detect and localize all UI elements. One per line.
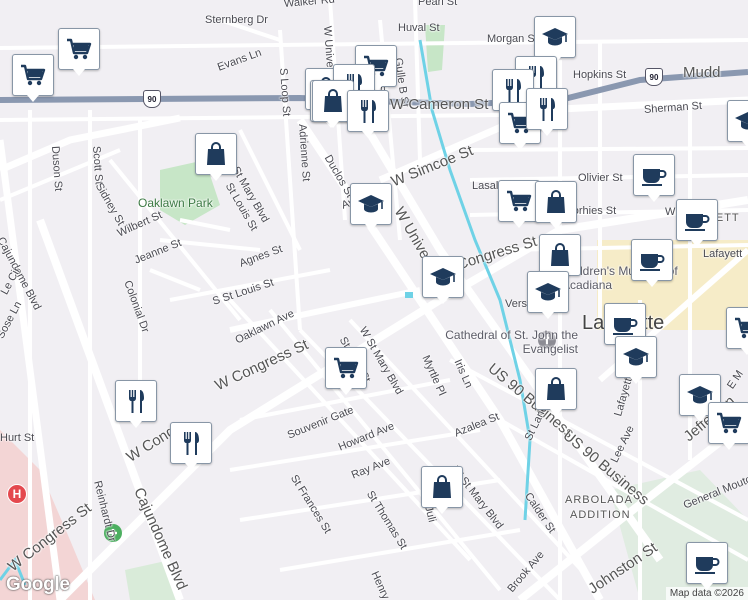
poi-marker-shopping-bag[interactable]: [195, 133, 237, 181]
poi-marker-shopping-cart[interactable]: [708, 402, 748, 450]
shopping-cart-icon: [331, 353, 361, 383]
graduation-cap-icon: [428, 262, 458, 292]
poi-marker-graduation-cap[interactable]: [350, 183, 392, 231]
coffee-cup-icon: [637, 245, 667, 275]
map-attribution[interactable]: Map data ©2026: [665, 587, 748, 600]
poi-marker-restaurant[interactable]: [115, 380, 157, 428]
poi-marker-graduation-cap[interactable]: [422, 256, 464, 304]
shopping-cart-icon: [504, 186, 534, 216]
coffee-cup-icon: [692, 548, 722, 578]
poi-marker-graduation-cap[interactable]: [727, 100, 748, 148]
poi-marker-shopping-bag[interactable]: [535, 181, 577, 229]
coffee-cup-icon: [639, 160, 669, 190]
graduation-cap-icon: [356, 189, 386, 219]
poi-marker-coffee-cup[interactable]: [633, 154, 675, 202]
restaurant-icon: [498, 75, 528, 105]
restaurant-icon: [353, 96, 383, 126]
church-icon[interactable]: ✝: [538, 331, 556, 349]
shopping-bag-icon: [318, 86, 348, 116]
shopping-cart-icon: [714, 408, 744, 438]
poi-marker-graduation-cap[interactable]: [615, 336, 657, 384]
poi-marker-shopping-cart[interactable]: [12, 54, 54, 102]
poi-marker-shopping-cart[interactable]: [58, 28, 100, 76]
poi-marker-shopping-cart[interactable]: [726, 307, 748, 355]
graduation-cap-icon: [621, 342, 651, 372]
restaurant-icon: [121, 386, 151, 416]
us-90-shield-west: 90: [143, 90, 161, 108]
coffee-cup-icon: [610, 309, 640, 339]
hospital-icon[interactable]: H: [7, 484, 27, 504]
restaurant-icon: [532, 94, 562, 124]
pond: [405, 292, 413, 298]
poi-marker-graduation-cap[interactable]: [534, 16, 576, 64]
graduation-cap-icon: [533, 277, 563, 307]
google-logo: Google: [6, 574, 70, 595]
poi-marker-restaurant[interactable]: [170, 422, 212, 470]
poi-marker-shopping-cart[interactable]: [498, 180, 540, 228]
us-90-highway: [0, 94, 471, 107]
restaurant-icon: [176, 428, 206, 458]
poi-marker-shopping-cart[interactable]: [325, 347, 367, 395]
graduation-cap-icon: [733, 106, 748, 136]
poi-marker-shopping-bag[interactable]: [539, 234, 581, 282]
park-strip-area: [425, 25, 445, 72]
graduation-cap-icon: [540, 22, 570, 52]
shopping-bag-icon: [541, 187, 571, 217]
poi-marker-coffee-cup[interactable]: [676, 199, 718, 247]
map-canvas[interactable]: 90 90 H ✝ ✚ Walker Rd Sternberg Dr Pearl…: [0, 0, 748, 600]
coffee-cup-icon: [682, 205, 712, 235]
shopping-bag-icon: [541, 374, 571, 404]
shopping-cart-icon: [64, 34, 94, 64]
poi-marker-coffee-cup[interactable]: [686, 542, 728, 590]
poi-marker-shopping-bag[interactable]: [535, 368, 577, 416]
poi-marker-graduation-cap[interactable]: [527, 271, 569, 319]
shopping-bag-icon: [427, 472, 457, 502]
poi-marker-shopping-bag[interactable]: [421, 466, 463, 514]
poi-marker-restaurant[interactable]: [526, 88, 568, 136]
us-90-shield-east: 90: [645, 68, 663, 86]
shopping-bag-icon: [201, 139, 231, 169]
medical-icon[interactable]: ✚: [104, 524, 122, 542]
poi-marker-coffee-cup[interactable]: [631, 239, 673, 287]
shopping-cart-icon: [732, 313, 748, 343]
poi-marker-restaurant[interactable]: [347, 90, 389, 138]
shopping-bag-icon: [545, 240, 575, 270]
shopping-cart-icon: [18, 60, 48, 90]
